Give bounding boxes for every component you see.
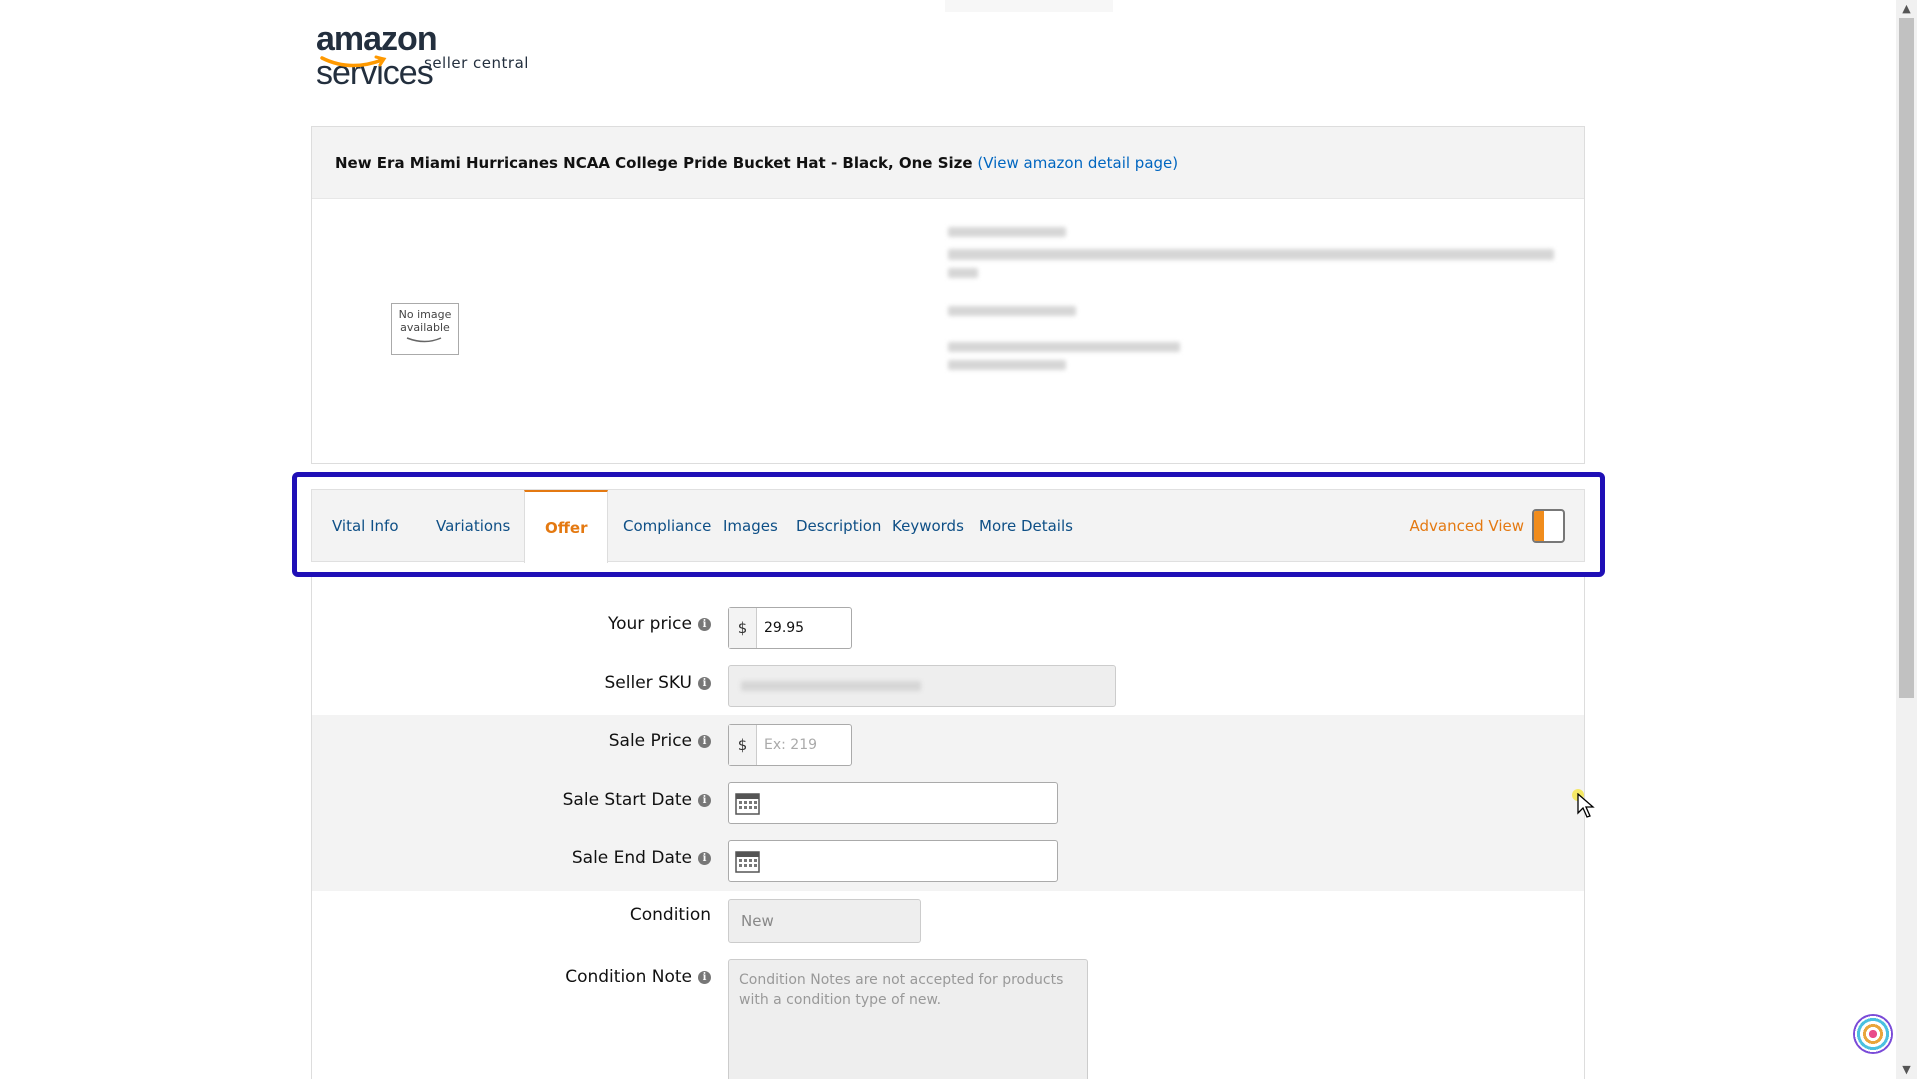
blurred-competing-offers [948,342,1180,352]
sale-end-date-input[interactable] [728,840,1058,882]
assistant-widget-icon[interactable] [1853,1014,1893,1054]
calendar-icon[interactable] [735,849,760,873]
amazon-services-logo[interactable]: amazon services seller central [316,22,536,90]
seller-sku-input[interactable] [728,665,1116,707]
info-icon[interactable]: i [698,734,711,748]
sale-price-input[interactable]: $ Ex: 219 [728,724,852,766]
scroll-thumb[interactable] [1899,18,1914,698]
scroll-up-arrow-icon[interactable]: ▲ [1896,0,1917,18]
logo-subtitle: seller central [424,54,529,72]
product-card: New Era Miami Hurricanes NCAA College Pr… [311,126,1585,464]
info-icon[interactable]: i [698,676,711,690]
no-image-placeholder: No image available [391,303,459,355]
your-price-label: Your price i [608,614,711,634]
smile-icon [406,337,442,343]
blurred-product-name-cont [948,268,978,278]
sale-start-date-label: Sale Start Date i [563,790,711,810]
your-price-value: 29.95 [764,620,805,636]
condition-select[interactable]: New [728,899,921,943]
currency-symbol: $ [729,608,757,648]
sale-price-placeholder: Ex: 219 [764,737,818,753]
info-icon[interactable]: i [698,617,711,631]
calendar-icon[interactable] [735,791,760,815]
seller-sku-label: Seller SKU i [605,673,711,693]
sale-price-label: Sale Price i [609,731,711,751]
blurred-sku-value [741,681,921,691]
condition-value: New [741,912,774,930]
product-header: New Era Miami Hurricanes NCAA College Pr… [312,127,1584,199]
top-faint-bar [945,0,1113,12]
offer-form: Your price i $ 29.95 Seller SKU i Sale Pri… [311,577,1585,1079]
sale-end-date-label: Sale End Date i [572,848,711,868]
condition-note-textarea[interactable]: Condition Notes are not accepted for pro… [728,959,1088,1079]
sale-start-date-input[interactable] [728,782,1058,824]
condition-note-label: Condition Note i [565,967,711,987]
product-title: New Era Miami Hurricanes NCAA College Pr… [335,154,973,172]
currency-symbol: $ [729,725,757,765]
view-detail-page-link[interactable]: (View amazon detail page) [977,154,1178,172]
scroll-down-arrow-icon[interactable]: ▼ [1896,1061,1917,1079]
info-icon[interactable]: i [698,793,711,807]
blurred-marketplace [948,306,1076,316]
blurred-asin [948,227,1066,237]
condition-label: Condition [629,905,711,925]
blurred-offers-value [948,360,1066,370]
info-icon[interactable]: i [698,970,711,984]
info-icon[interactable]: i [698,851,711,865]
highlight-outline [292,472,1605,577]
blurred-product-name [948,249,1554,260]
vertical-scrollbar[interactable]: ▲ ▼ [1896,0,1917,1079]
your-price-input[interactable]: $ 29.95 [728,607,852,649]
amazon-smile-icon [320,55,387,68]
mouse-pointer-icon [1577,793,1595,818]
